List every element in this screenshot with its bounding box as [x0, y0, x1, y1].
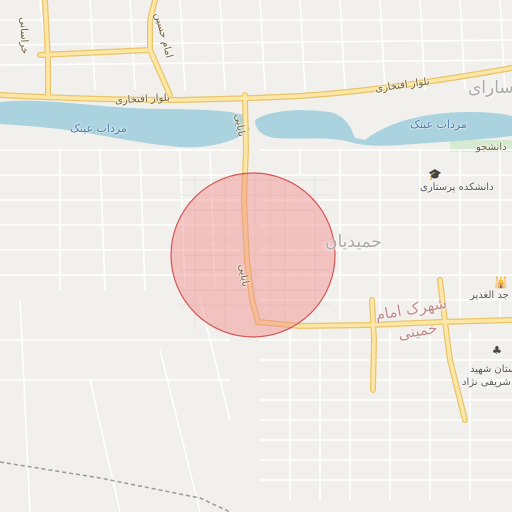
mortarboard-icon[interactable]: 🎓 — [428, 168, 442, 181]
map-canvas[interactable]: بلوار افتخاری بلوار افتخاری امام حسین خر… — [0, 0, 512, 512]
highlight-circle — [170, 172, 336, 338]
district-label-hamidian: حمیدیان — [325, 232, 382, 252]
poi-label-nursing-school[interactable]: دانشکده پرستاری — [420, 182, 494, 193]
poi-label-mosque[interactable]: جد الغدیر — [470, 290, 509, 301]
water-label-east: مرداب عینک — [410, 118, 467, 131]
road-label-daneshjoo: دانشجو — [476, 142, 507, 153]
poi-label-park-line2[interactable]: شریفی نژاد — [462, 377, 511, 388]
district-label-sari: سارای — [468, 78, 512, 98]
road-label-khorasani: خراسانی — [17, 16, 30, 55]
mosque-icon[interactable]: 🕌 — [494, 276, 508, 289]
map-layer — [0, 0, 512, 512]
tree-icon[interactable]: ♣ — [492, 344, 502, 357]
water-label-west: مرداب عینک — [70, 122, 127, 135]
poi-label-park-line1[interactable]: ستان شهید — [470, 364, 512, 375]
